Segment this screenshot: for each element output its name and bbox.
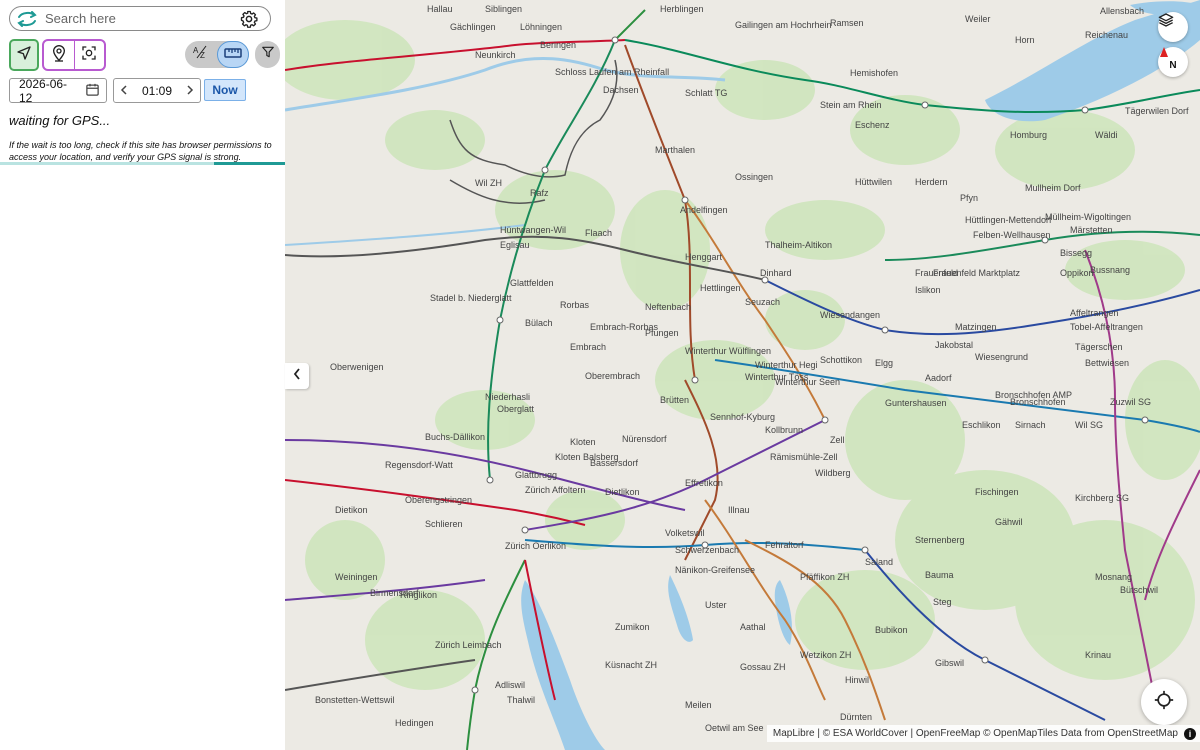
attribution-text[interactable]: MapLibre | © ESA WorldCover | OpenFreeMa…: [773, 728, 1178, 739]
sort-alphabetical-button[interactable]: AZ: [185, 41, 217, 68]
date-value: 2026-06-12: [19, 76, 68, 105]
map-pin-icon: [51, 44, 67, 67]
time-picker: 01:09: [113, 78, 201, 103]
search-input[interactable]: [41, 8, 237, 29]
gear-icon[interactable]: [237, 7, 261, 31]
current-location-button[interactable]: [9, 39, 39, 71]
compass-label: N: [1169, 60, 1177, 71]
now-button[interactable]: Now: [204, 79, 246, 101]
time-value[interactable]: 01:09: [142, 84, 172, 98]
route-arrows-icon[interactable]: [13, 6, 41, 31]
map-view[interactable]: Siblingen Gächlingen Löhningen Hallau Neunki…: [285, 0, 1200, 750]
crosshair-icon: [1154, 690, 1174, 715]
focus-frame-icon: [81, 45, 97, 66]
focus-area-button[interactable]: [73, 41, 104, 69]
time-next-icon[interactable]: [186, 84, 194, 98]
sort-distance-button[interactable]: [217, 41, 249, 68]
layers-button[interactable]: [1158, 12, 1188, 42]
gps-progress-bar: [0, 162, 285, 165]
gps-locate-button[interactable]: [1141, 679, 1187, 725]
location-mode-group: [42, 39, 106, 71]
compass-button[interactable]: N: [1158, 47, 1188, 77]
calendar-icon[interactable]: [85, 82, 100, 100]
svg-text:A: A: [193, 46, 199, 55]
filter-button[interactable]: [255, 41, 280, 68]
chevron-left-icon: [293, 367, 301, 385]
mode-toolbar: AZ: [9, 39, 281, 71]
info-icon[interactable]: i: [1184, 727, 1196, 740]
sort-toggle: AZ: [185, 41, 249, 68]
map-canvas[interactable]: [285, 0, 1200, 750]
alphabet-sort-icon: AZ: [192, 44, 210, 65]
map-attribution: MapLibre | © ESA WorldCover | OpenFreeMa…: [766, 725, 1200, 742]
ruler-icon: [224, 46, 242, 64]
time-prev-icon[interactable]: [120, 84, 128, 98]
navigation-arrow-icon: [16, 45, 32, 66]
datetime-controls: 2026-06-12 01:09 Now: [9, 76, 281, 105]
gps-status-help: If the wait is too long, check if this s…: [9, 140, 272, 162]
search-bar: [9, 6, 271, 31]
gps-progress-fill: [213, 162, 285, 165]
filter-icon: [261, 45, 275, 64]
collapse-sidebar-button[interactable]: [285, 363, 309, 389]
gps-status-title: waiting for GPS...: [9, 113, 111, 128]
pick-location-button[interactable]: [44, 41, 74, 69]
date-picker[interactable]: 2026-06-12: [9, 76, 107, 105]
sidebar: AZ 2026-06-12 01:09: [0, 0, 285, 750]
